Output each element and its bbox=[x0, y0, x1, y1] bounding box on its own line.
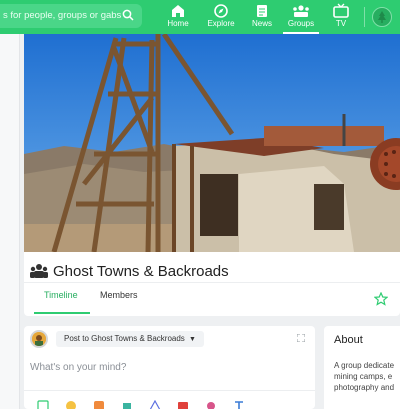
group-title-text: Ghost Towns & Backroads bbox=[53, 262, 229, 280]
nav-news-label: News bbox=[251, 19, 272, 28]
nav-divider bbox=[364, 7, 365, 27]
search-icon[interactable] bbox=[122, 9, 134, 21]
nav-home[interactable]: Home bbox=[164, 2, 192, 32]
nav-tv-label: TV bbox=[335, 19, 347, 28]
tag-icon[interactable] bbox=[205, 400, 217, 409]
expand-icon[interactable] bbox=[297, 334, 305, 342]
group-people-icon bbox=[30, 264, 48, 278]
left-sidebar-edge bbox=[0, 34, 20, 409]
nav-groups-label: Groups bbox=[287, 19, 315, 28]
card-divider bbox=[24, 282, 400, 283]
star-icon[interactable] bbox=[374, 292, 388, 306]
about-line-2: mining camps, e bbox=[334, 372, 393, 381]
groups-icon bbox=[293, 5, 309, 17]
nav-home-label: Home bbox=[167, 19, 189, 28]
post-composer: Post to Ghost Towns & Backroads ▼ What's… bbox=[24, 326, 315, 409]
compass-icon bbox=[214, 4, 228, 18]
about-description: A group dedicate mining camps, e photogr… bbox=[334, 360, 400, 393]
group-title: Ghost Towns & Backroads bbox=[30, 260, 229, 282]
tab-members[interactable]: Members bbox=[100, 290, 138, 300]
poll-icon[interactable] bbox=[121, 400, 133, 409]
group-header-card: Ghost Towns & Backroads bbox=[24, 34, 400, 316]
nav-explore-label: Explore bbox=[207, 19, 235, 28]
about-heading: About bbox=[334, 334, 363, 346]
chevron-down-icon: ▼ bbox=[189, 336, 196, 343]
nav-explore[interactable]: Explore bbox=[206, 2, 236, 32]
tab-timeline[interactable]: Timeline bbox=[44, 290, 78, 300]
about-panel: About A group dedicate mining camps, e p… bbox=[324, 326, 400, 409]
news-icon bbox=[257, 5, 267, 17]
emoji-icon[interactable] bbox=[65, 400, 77, 409]
composer-input[interactable]: What's on your mind? bbox=[30, 362, 126, 373]
nav-tv[interactable]: TV bbox=[331, 2, 351, 32]
nav-news[interactable]: News bbox=[250, 2, 274, 32]
post-target-label: Post to Ghost Towns & Backroads bbox=[64, 334, 185, 343]
location-icon[interactable] bbox=[149, 400, 161, 409]
profile-picture bbox=[32, 332, 46, 346]
about-line-1: A group dedicate bbox=[334, 361, 395, 370]
image-icon[interactable] bbox=[37, 400, 49, 409]
nav-groups[interactable]: Groups bbox=[283, 2, 319, 34]
tv-icon bbox=[333, 3, 349, 18]
tree-icon bbox=[378, 11, 386, 23]
search-placeholder: s for people, groups or gabs bbox=[3, 10, 122, 21]
group-cover-photo bbox=[24, 34, 400, 252]
active-tab-indicator bbox=[34, 312, 90, 314]
home-icon bbox=[172, 5, 184, 17]
post-target-dropdown[interactable]: Post to Ghost Towns & Backroads ▼ bbox=[56, 331, 204, 347]
composer-divider bbox=[24, 390, 315, 391]
text-format-icon[interactable] bbox=[233, 400, 245, 409]
about-line-3: photography and bbox=[334, 383, 395, 392]
top-nav-bar: s for people, groups or gabs Home Explor… bbox=[0, 0, 400, 34]
user-avatar[interactable] bbox=[372, 7, 392, 27]
gif-icon[interactable] bbox=[93, 400, 105, 409]
calendar-icon[interactable] bbox=[177, 400, 189, 409]
search-input[interactable]: s for people, groups or gabs bbox=[0, 4, 142, 28]
composer-avatar bbox=[30, 330, 48, 348]
